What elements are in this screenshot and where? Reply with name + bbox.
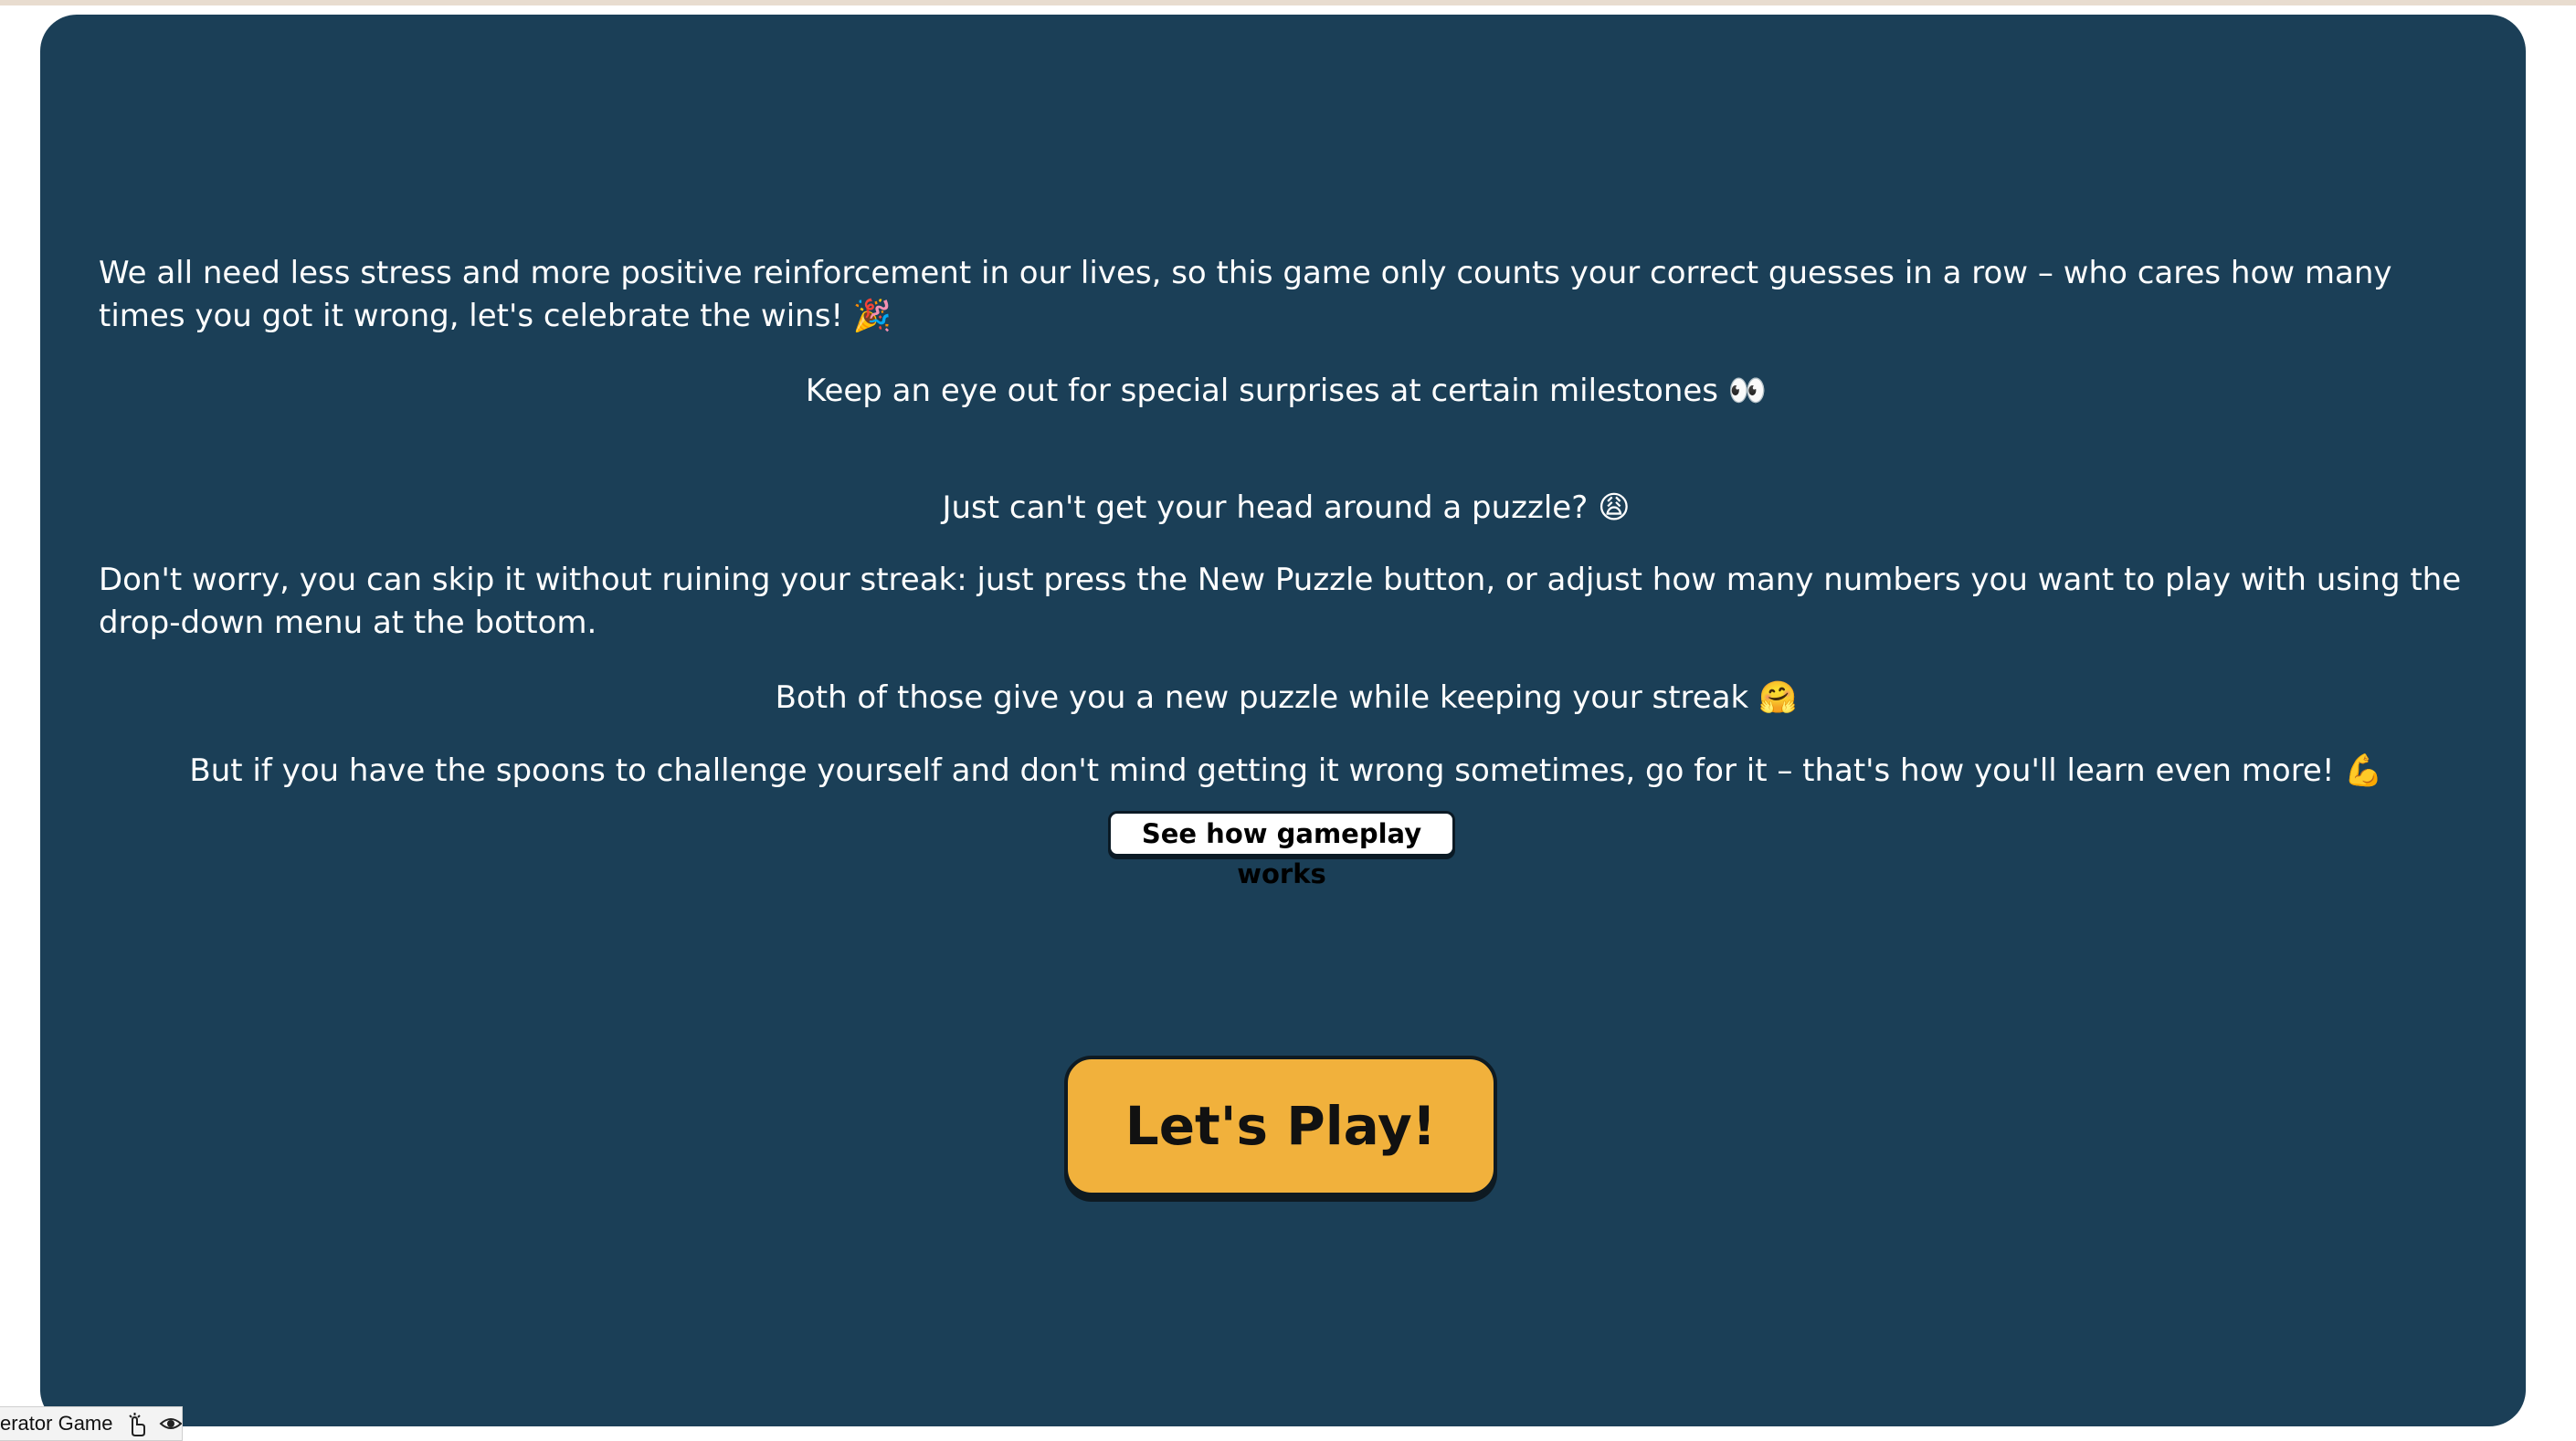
intro-paragraph-puzzle-question: Just can't get your head around a puzzle… [942, 489, 1631, 526]
intro-paragraph-wins: We all need less stress and more positiv… [99, 255, 2392, 334]
see-gameplay-button[interactable]: See how gameplay works [1108, 811, 1455, 889]
lets-play-button[interactable]: Let's Play! [1064, 1056, 1497, 1196]
hand-pointer-icon[interactable] [124, 1407, 148, 1440]
intro-paragraph-challenge: But if you have the spoons to challenge … [189, 752, 2383, 789]
intro-paragraph-milestones: Keep an eye out for special surprises at… [805, 373, 1768, 409]
intro-paragraph-streak: Both of those give you a new puzzle whil… [775, 679, 1798, 716]
top-divider [0, 0, 2576, 5]
eye-icon[interactable] [159, 1407, 182, 1440]
intro-card: We all need less stress and more positiv… [40, 15, 2526, 1426]
tab-title: erator Game [0, 1412, 113, 1435]
page-tab-label[interactable]: erator Game [0, 1406, 183, 1441]
intro-paragraph-skip: Don't worry, you can skip it without rui… [99, 562, 2462, 641]
